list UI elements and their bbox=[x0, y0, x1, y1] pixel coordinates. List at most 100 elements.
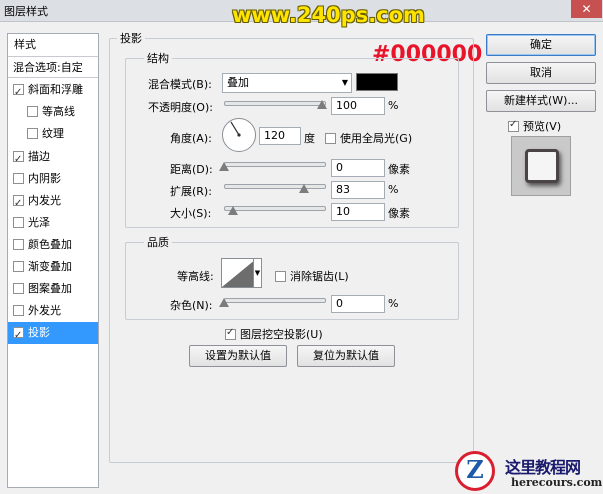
global-light-option[interactable]: 使用全局光(G) bbox=[325, 130, 412, 146]
angle-dial[interactable] bbox=[222, 118, 256, 152]
knockout-label: 图层挖空投影(U) bbox=[240, 328, 323, 341]
logo-icon: Z bbox=[455, 451, 495, 491]
antialias-label: 消除锯齿(L) bbox=[290, 270, 349, 283]
cancel-button[interactable]: 取消 bbox=[486, 62, 596, 84]
noise-input[interactable]: 0 bbox=[331, 295, 385, 313]
preview-label: 预览(V) bbox=[523, 120, 562, 133]
sidebar-item-label: 纹理 bbox=[42, 127, 64, 140]
sidebar-item-gradient-overlay[interactable]: 渐变叠加 bbox=[8, 256, 98, 278]
texture-checkbox[interactable] bbox=[27, 128, 38, 139]
sidebar-item-outer-glow[interactable]: 外发光 bbox=[8, 300, 98, 322]
sidebar-item-bevel-emboss[interactable]: 斜面和浮雕 bbox=[8, 79, 98, 104]
logo-url: herecours.com bbox=[511, 476, 603, 489]
distance-slider-handle[interactable] bbox=[219, 162, 229, 171]
sidebar-item-satin[interactable]: 光泽 bbox=[8, 212, 98, 234]
sidebar-item-inner-glow[interactable]: 内发光 bbox=[8, 190, 98, 215]
chevron-down-icon: ▼ bbox=[254, 269, 261, 277]
color-overlay-checkbox[interactable] bbox=[13, 239, 24, 250]
noise-label: 杂色(N): bbox=[170, 299, 213, 312]
global-light-label: 使用全局光(G) bbox=[340, 132, 413, 145]
preview-swatch bbox=[525, 149, 559, 183]
size-label: 大小(S): bbox=[170, 207, 212, 220]
sidebar-item-label: 外发光 bbox=[28, 304, 61, 317]
drop-shadow-title: 投影 bbox=[117, 30, 145, 46]
inner-shadow-checkbox[interactable] bbox=[13, 173, 24, 184]
opacity-input[interactable]: 100 bbox=[331, 97, 385, 115]
distance-slider[interactable] bbox=[224, 162, 326, 167]
sidebar-item-contour[interactable]: 等高线 bbox=[8, 101, 98, 123]
quality-title: 品质 bbox=[144, 234, 172, 250]
reset-default-button[interactable]: 复位为默认值 bbox=[297, 345, 395, 367]
spread-slider[interactable] bbox=[224, 184, 326, 189]
stroke-checkbox[interactable] bbox=[13, 149, 24, 171]
sidebar-item-inner-shadow[interactable]: 内阴影 bbox=[8, 168, 98, 190]
drop-shadow-checkbox[interactable] bbox=[13, 325, 24, 347]
spread-slider-handle[interactable] bbox=[299, 184, 309, 193]
contour-checkbox[interactable] bbox=[27, 106, 38, 117]
outer-glow-checkbox[interactable] bbox=[13, 305, 24, 316]
distance-unit: 像素 bbox=[388, 163, 410, 176]
contour-picker[interactable] bbox=[221, 258, 257, 288]
blend-mode-select[interactable]: 叠加 ▼ bbox=[222, 73, 352, 93]
sidebar-item-label: 渐变叠加 bbox=[28, 260, 72, 273]
sidebar-item-label: 投影 bbox=[28, 326, 50, 339]
preview-checkbox[interactable] bbox=[508, 119, 519, 132]
style-preview bbox=[511, 136, 571, 196]
distance-input[interactable]: 0 bbox=[331, 159, 385, 177]
inner-glow-checkbox[interactable] bbox=[13, 193, 24, 215]
sidebar-item-stroke[interactable]: 描边 bbox=[8, 146, 98, 171]
style-list-header[interactable]: 样式 bbox=[8, 34, 98, 56]
spread-unit: % bbox=[388, 183, 399, 196]
sidebar-item-label: 颜色叠加 bbox=[28, 238, 72, 251]
window-title: 图层样式 bbox=[4, 5, 48, 18]
global-light-checkbox[interactable] bbox=[325, 133, 336, 144]
sidebar-item-label: 斜面和浮雕 bbox=[28, 83, 83, 96]
noise-slider[interactable] bbox=[224, 298, 326, 303]
knockout-checkbox[interactable] bbox=[225, 327, 236, 340]
sidebar-item-texture[interactable]: 纹理 bbox=[8, 123, 98, 145]
site-logo: Z 这里教程网 herecours.com bbox=[455, 449, 603, 494]
size-slider[interactable] bbox=[224, 206, 326, 211]
make-default-button[interactable]: 设置为默认值 bbox=[189, 345, 287, 367]
size-slider-handle[interactable] bbox=[228, 206, 238, 215]
sidebar-item-label: 光泽 bbox=[28, 216, 50, 229]
angle-unit: 度 bbox=[304, 132, 315, 145]
close-icon[interactable]: ✕ bbox=[571, 0, 602, 18]
antialias-checkbox[interactable] bbox=[275, 271, 286, 282]
knockout-option[interactable]: 图层挖空投影(U) bbox=[225, 326, 323, 342]
blend-mode-label: 混合模式(B): bbox=[148, 78, 212, 91]
shadow-color-swatch[interactable] bbox=[356, 73, 398, 91]
contour-dropdown[interactable]: ▼ bbox=[253, 258, 262, 288]
sidebar-item-drop-shadow[interactable]: 投影 bbox=[8, 322, 98, 347]
title-bar: 图层样式 www.240ps.com ✕ bbox=[0, 0, 603, 27]
watermark-text: www.240ps.com bbox=[232, 3, 425, 27]
noise-slider-handle[interactable] bbox=[219, 298, 229, 307]
angle-input[interactable]: 120 bbox=[259, 127, 301, 145]
opacity-label: 不透明度(O): bbox=[148, 101, 213, 114]
spread-label: 扩展(R): bbox=[170, 185, 212, 198]
pattern-overlay-checkbox[interactable] bbox=[13, 283, 24, 294]
gradient-overlay-checkbox[interactable] bbox=[13, 261, 24, 272]
opacity-unit: % bbox=[388, 99, 399, 112]
satin-checkbox[interactable] bbox=[13, 217, 24, 228]
sidebar-item-pattern-overlay[interactable]: 图案叠加 bbox=[8, 278, 98, 300]
opacity-slider-handle[interactable] bbox=[317, 100, 327, 109]
ok-button[interactable]: 确定 bbox=[486, 34, 596, 56]
opacity-slider[interactable] bbox=[224, 101, 326, 106]
noise-unit: % bbox=[388, 297, 399, 310]
blend-options-item[interactable]: 混合选项:自定 bbox=[8, 56, 98, 78]
size-unit: 像素 bbox=[388, 207, 410, 220]
size-input[interactable]: 10 bbox=[331, 203, 385, 221]
antialias-option[interactable]: 消除锯齿(L) bbox=[275, 268, 349, 284]
sidebar-item-label: 内阴影 bbox=[28, 172, 61, 185]
new-style-button[interactable]: 新建样式(W)... bbox=[486, 90, 596, 112]
sidebar-item-label: 图案叠加 bbox=[28, 282, 72, 295]
bevel-emboss-checkbox[interactable] bbox=[13, 82, 24, 104]
sidebar-item-color-overlay[interactable]: 颜色叠加 bbox=[8, 234, 98, 256]
style-list: 样式 混合选项:自定 斜面和浮雕 等高线 纹理 描边 内阴影 内发光 光泽 颜色… bbox=[7, 33, 99, 488]
logo-name: 这里教程网 bbox=[505, 458, 581, 477]
spread-input[interactable]: 83 bbox=[331, 181, 385, 199]
preview-option[interactable]: 预览(V) bbox=[508, 118, 561, 134]
blend-mode-value: 叠加 bbox=[227, 76, 249, 89]
chevron-down-icon: ▼ bbox=[341, 78, 348, 87]
